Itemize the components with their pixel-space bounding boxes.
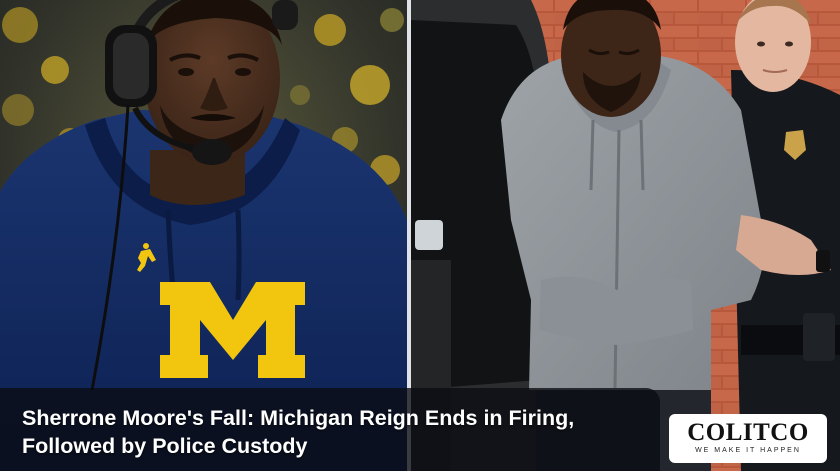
news-thumbnail: Sherrone Moore's Fall: Michigan Reign En… xyxy=(0,0,840,471)
headline: Sherrone Moore's Fall: Michigan Reign En… xyxy=(22,404,652,460)
headline-line-1: Sherrone Moore's Fall: Michigan Reign En… xyxy=(22,406,575,430)
logo-tagline: WE MAKE IT HAPPEN xyxy=(695,447,801,454)
publisher-logo: COLITCO WE MAKE IT HAPPEN xyxy=(669,414,827,463)
logo-wordmark: COLITCO xyxy=(687,419,809,446)
headline-line-2: Followed by Police Custody xyxy=(22,434,308,458)
